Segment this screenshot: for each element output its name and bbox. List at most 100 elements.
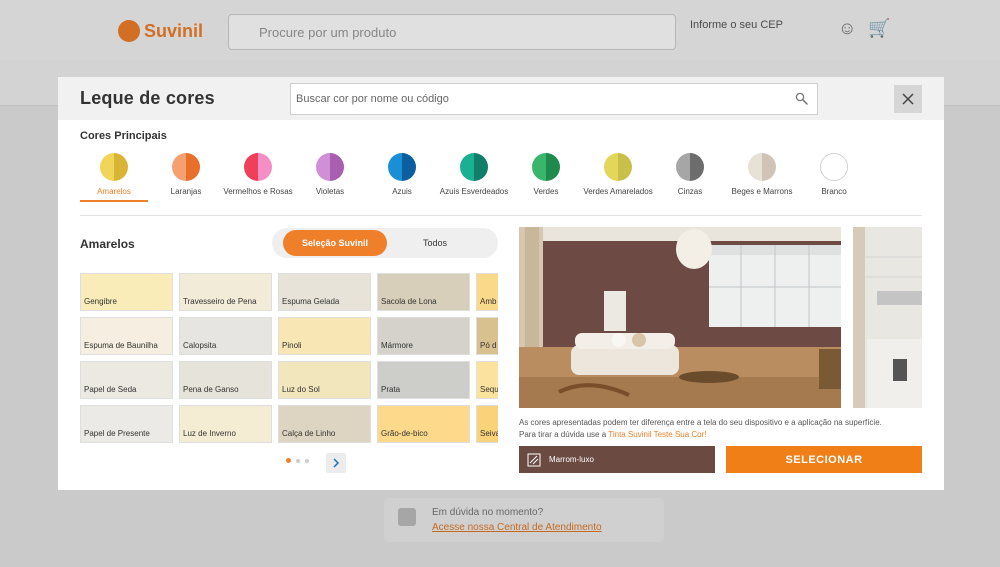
modal-header: Leque de cores <box>58 77 944 120</box>
active-tab-indicator <box>80 200 148 202</box>
disclaimer-line1: As cores apresentadas podem ter diferenç… <box>519 418 882 427</box>
category-swatch <box>244 153 272 181</box>
color-swatch-tile[interactable]: Luz do Sol <box>278 361 371 399</box>
category-swatch <box>748 153 776 181</box>
color-swatch-name: Espuma de Baunilha <box>84 341 158 350</box>
disclaimer-prefix: Para tirar a dúvida use a <box>519 430 609 439</box>
category-tab-branco[interactable]: Branco <box>799 153 869 196</box>
color-swatch-tile[interactable]: Papel de Seda <box>80 361 173 399</box>
category-label: Beges e Marrons <box>731 187 793 196</box>
color-swatch-tile[interactable]: Calopsita <box>179 317 272 355</box>
category-label: Verdes Amarelados <box>583 187 653 196</box>
category-tab-verdes[interactable]: Verdes <box>511 153 581 196</box>
category-tab-beges-e-marrons[interactable]: Beges e Marrons <box>727 153 797 196</box>
disclaimer-line2: Para tirar a dúvida use a Tinta Suvinil … <box>519 429 922 441</box>
color-swatch-tile[interactable]: Sequ <box>476 361 498 399</box>
category-label: Laranjas <box>170 187 202 196</box>
category-tab-vermelhos-e-rosas[interactable]: Vermelhos e Rosas <box>223 153 293 196</box>
color-swatch-tile[interactable]: Mármore <box>377 317 470 355</box>
category-label: Branco <box>821 187 847 196</box>
color-swatch-tile[interactable]: Espuma de Baunilha <box>80 317 173 355</box>
category-label: Cinzas <box>677 187 703 196</box>
category-swatch <box>460 153 488 181</box>
close-button[interactable] <box>894 85 922 113</box>
color-swatch-name: Gengibre <box>84 297 117 306</box>
pagination-dot[interactable] <box>296 458 300 463</box>
category-swatch <box>676 153 704 181</box>
category-tab-azuis-esverdeados[interactable]: Azuis Esverdeados <box>439 153 509 196</box>
color-swatch-tile[interactable]: Pena de Ganso <box>179 361 272 399</box>
color-swatch-name: Papel de Presente <box>84 429 150 438</box>
color-swatch-name: Espuma Gelada <box>282 297 340 306</box>
category-swatch <box>316 153 344 181</box>
category-swatch <box>604 153 632 181</box>
color-swatch-name: Sacola de Lona <box>381 297 437 306</box>
category-swatch <box>100 153 128 181</box>
pagination-dot[interactable] <box>286 458 291 463</box>
close-icon <box>902 93 914 105</box>
pagination-dots <box>286 458 309 463</box>
category-swatch <box>532 153 560 181</box>
color-picker-modal: Leque de cores Cores Principais Amarelos… <box>58 77 944 490</box>
divider <box>80 215 922 216</box>
chevron-right-icon <box>333 458 340 468</box>
category-swatch <box>820 153 848 181</box>
color-swatch-tile[interactable]: Papel de Presente <box>80 405 173 443</box>
category-label: Violetas <box>315 187 345 196</box>
color-swatch-name: Pinoli <box>282 341 302 350</box>
category-tab-cinzas[interactable]: Cinzas <box>655 153 725 196</box>
color-swatch-name: Mármore <box>381 341 414 350</box>
next-page-button[interactable] <box>326 453 346 473</box>
category-tab-azuis[interactable]: Azuis <box>367 153 437 196</box>
color-swatch-name: Calopsita <box>183 341 217 350</box>
test-your-color-link[interactable]: Tinta Suvinil Teste Sua Cor! <box>608 430 706 439</box>
color-swatch-tile[interactable]: Sacola de Lona <box>377 273 470 311</box>
color-swatch-name: Pó d <box>480 341 497 350</box>
color-swatch-tile[interactable]: Calça de Linho <box>278 405 371 443</box>
color-swatch-name: Prata <box>381 385 401 394</box>
color-swatch-tile[interactable]: Travesseiro de Pena <box>179 273 272 311</box>
toggle-todos[interactable]: Todos <box>383 230 487 256</box>
color-swatch-name: Calça de Linho <box>282 429 336 438</box>
color-swatch-tile[interactable]: Prata <box>377 361 470 399</box>
color-swatch-name: Luz de Inverno <box>183 429 236 438</box>
color-swatch-name: Seiva <box>480 429 498 438</box>
category-tab-violetas[interactable]: Violetas <box>295 153 365 196</box>
selected-color-chip[interactable]: Marrom-luxo <box>519 446 715 473</box>
paint-sample-icon <box>527 453 541 466</box>
color-search-input[interactable] <box>291 84 781 114</box>
color-swatch-name: Travesseiro de Pena <box>183 297 257 306</box>
category-subtitle: Amarelos <box>80 237 135 251</box>
category-tab-laranjas[interactable]: Laranjas <box>151 153 221 196</box>
category-label: Amarelos <box>97 187 131 196</box>
color-swatch-tile[interactable]: Gengibre <box>80 273 173 311</box>
color-swatch-tile[interactable]: Seiva <box>476 405 498 443</box>
color-swatch-grid: Gengibre Travesseiro de Pena Espuma Gelada… <box>80 273 498 449</box>
category-swatch <box>388 153 416 181</box>
selection-toggle: Seleção Suvinil Todos <box>272 228 498 258</box>
color-swatch-tile[interactable]: Grão-de-bico <box>377 405 470 443</box>
color-swatch-name: Papel de Seda <box>84 385 137 394</box>
color-swatch-tile[interactable]: Amb <box>476 273 498 311</box>
room-preview-image <box>519 227 841 408</box>
color-swatch-tile[interactable]: Luz de Inverno <box>179 405 272 443</box>
color-category-tabs: Amarelos Laranjas Vermelhos e Rosas Violeta… <box>80 153 922 203</box>
category-label: Verdes <box>533 187 559 196</box>
section-label: Cores Principais <box>80 130 167 142</box>
select-button[interactable]: SELECIONAR <box>726 446 922 473</box>
category-tab-verdes-amarelados[interactable]: Verdes Amarelados <box>583 153 653 196</box>
color-swatch-name: Pena de Ganso <box>183 385 239 394</box>
color-swatch-name: Amb <box>480 297 497 306</box>
category-tab-amarelos[interactable]: Amarelos <box>79 153 149 196</box>
category-swatch <box>172 153 200 181</box>
pagination-dot[interactable] <box>305 458 309 463</box>
color-swatch-tile[interactable]: Espuma Gelada <box>278 273 371 311</box>
color-search[interactable] <box>290 83 818 115</box>
color-swatch-tile[interactable]: Pó d <box>476 317 498 355</box>
toggle-selecao-suvinil[interactable]: Seleção Suvinil <box>283 230 387 256</box>
search-icon[interactable] <box>795 92 809 106</box>
color-disclaimer: As cores apresentadas podem ter diferenç… <box>519 417 922 441</box>
selected-color-name: Marrom-luxo <box>549 455 594 464</box>
modal-title: Leque de cores <box>80 88 215 108</box>
color-swatch-tile[interactable]: Pinoli <box>278 317 371 355</box>
